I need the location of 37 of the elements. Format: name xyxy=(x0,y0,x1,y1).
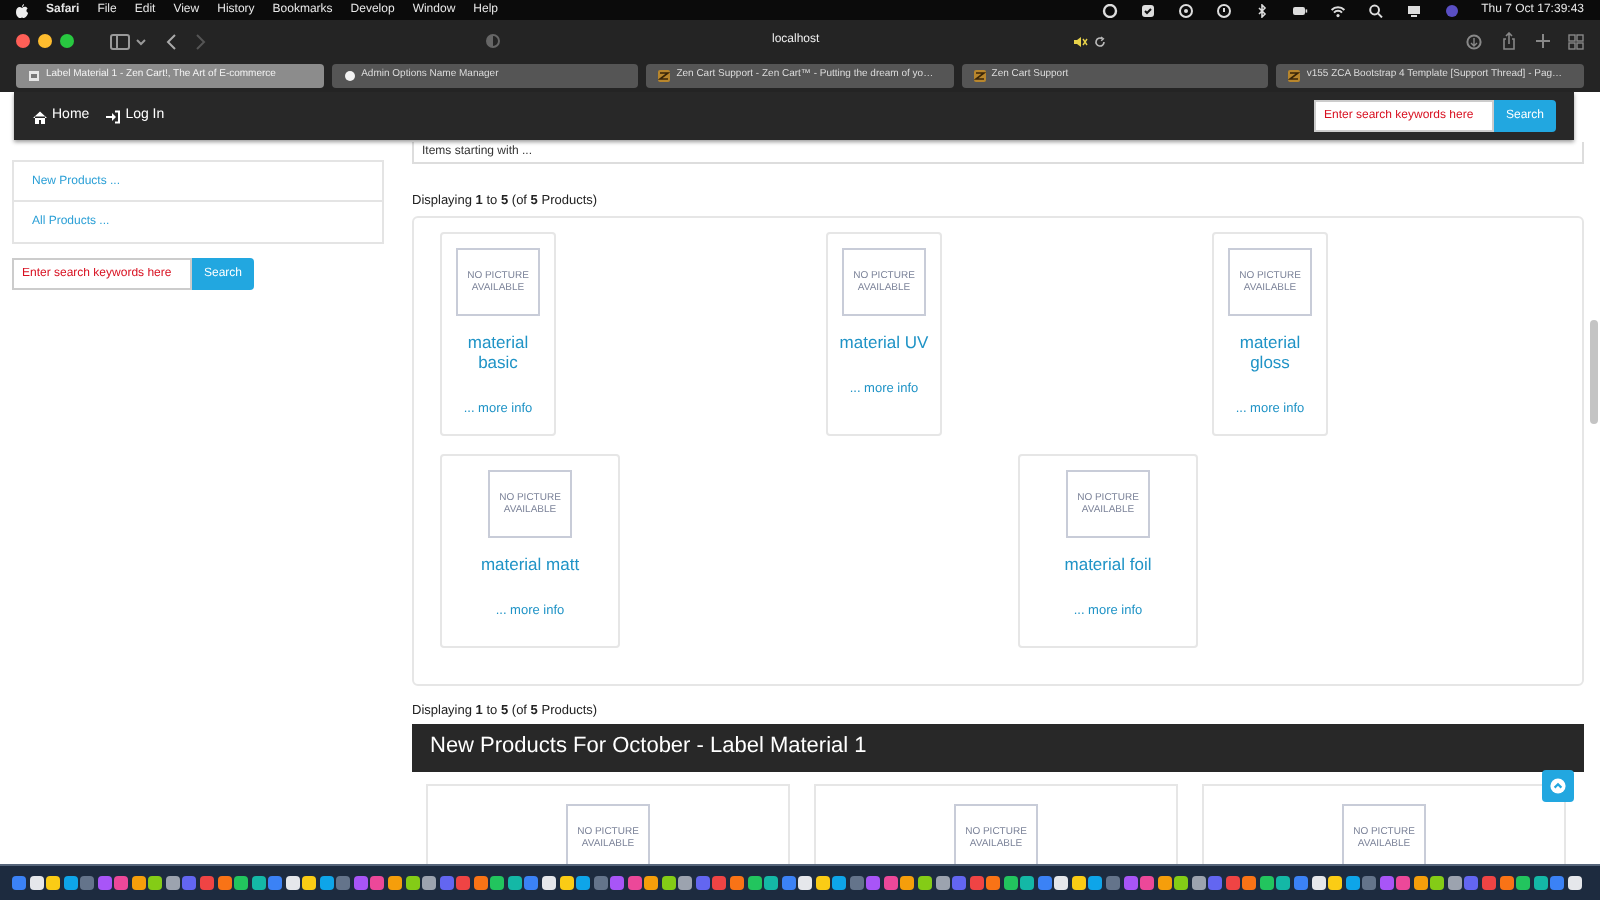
grid-icon[interactable] xyxy=(1568,33,1584,49)
speaker-icon[interactable] xyxy=(1074,35,1088,47)
scroll-top-button[interactable] xyxy=(1542,770,1574,802)
apple-icon[interactable] xyxy=(16,3,28,17)
caret-icon[interactable] xyxy=(136,37,146,45)
product-name-link[interactable]: material gloss xyxy=(1218,331,1322,373)
plus-icon[interactable] xyxy=(1536,34,1550,48)
logo-icon xyxy=(1288,70,1301,82)
close-button[interactable] xyxy=(16,34,30,48)
home-icon xyxy=(32,109,48,123)
page-icon xyxy=(28,70,40,82)
download-icon[interactable] xyxy=(1466,33,1482,49)
display-icon[interactable] xyxy=(1405,3,1422,17)
product-name-link[interactable]: material foil xyxy=(1064,553,1152,575)
battery-icon[interactable] xyxy=(1291,3,1308,17)
logo-icon xyxy=(658,70,671,82)
sidebar-icon[interactable] xyxy=(110,33,132,49)
wifi-icon[interactable] xyxy=(1329,3,1346,17)
share-icon[interactable] xyxy=(1502,32,1516,50)
search-icon[interactable] xyxy=(1367,3,1384,17)
zoom-button[interactable] xyxy=(60,34,74,48)
product-name-link[interactable]: material matt xyxy=(480,553,580,575)
chevron-up-icon xyxy=(1550,778,1566,794)
logo-icon xyxy=(973,70,986,82)
product-name-link[interactable]: material basic xyxy=(446,331,550,373)
checkmark-icon[interactable] xyxy=(1139,3,1156,17)
bluetooth-icon[interactable] xyxy=(1253,3,1270,17)
reload-icon[interactable] xyxy=(1094,35,1106,47)
minimize-button[interactable] xyxy=(38,34,52,48)
section-heading: New Products For October - Label Material 1 xyxy=(412,723,1584,772)
login-icon xyxy=(105,109,122,123)
product-name-link[interactable]: material UV xyxy=(839,331,929,352)
back-icon[interactable] xyxy=(166,33,178,49)
scrollbar-thumb[interactable] xyxy=(1590,320,1598,424)
circle-icon xyxy=(343,70,356,82)
half-circle-icon[interactable] xyxy=(486,34,500,48)
circle-icon[interactable] xyxy=(1177,3,1194,17)
